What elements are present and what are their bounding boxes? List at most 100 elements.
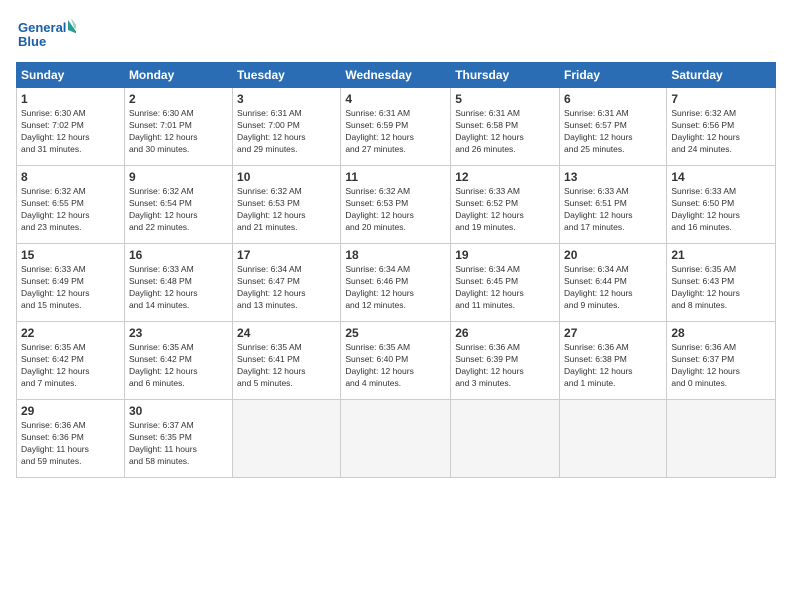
day-number: 27	[564, 326, 662, 340]
day-info: Sunrise: 6:33 AM Sunset: 6:49 PM Dayligh…	[21, 264, 120, 312]
day-number: 9	[129, 170, 228, 184]
day-number: 25	[345, 326, 446, 340]
day-info: Sunrise: 6:32 AM Sunset: 6:56 PM Dayligh…	[671, 108, 771, 156]
day-info: Sunrise: 6:36 AM Sunset: 6:38 PM Dayligh…	[564, 342, 662, 390]
day-number: 21	[671, 248, 771, 262]
calendar-cell: 19 Sunrise: 6:34 AM Sunset: 6:45 PM Dayli…	[451, 244, 560, 322]
calendar-cell: 29 Sunrise: 6:36 AM Sunset: 6:36 PM Dayli…	[17, 400, 125, 478]
logo: General Blue	[16, 16, 76, 52]
calendar-cell: 25 Sunrise: 6:35 AM Sunset: 6:40 PM Dayli…	[341, 322, 451, 400]
day-info: Sunrise: 6:32 AM Sunset: 6:53 PM Dayligh…	[237, 186, 336, 234]
day-info: Sunrise: 6:34 AM Sunset: 6:46 PM Dayligh…	[345, 264, 446, 312]
calendar-cell: 17 Sunrise: 6:34 AM Sunset: 6:47 PM Dayli…	[233, 244, 341, 322]
header-saturday: Saturday	[667, 63, 776, 88]
day-info: Sunrise: 6:36 AM Sunset: 6:37 PM Dayligh…	[671, 342, 771, 390]
day-info: Sunrise: 6:31 AM Sunset: 6:58 PM Dayligh…	[455, 108, 555, 156]
day-info: Sunrise: 6:33 AM Sunset: 6:52 PM Dayligh…	[455, 186, 555, 234]
calendar-cell: 7 Sunrise: 6:32 AM Sunset: 6:56 PM Daylig…	[667, 88, 776, 166]
calendar-table: Sunday Monday Tuesday Wednesday Thursday…	[16, 62, 776, 478]
day-info: Sunrise: 6:31 AM Sunset: 6:59 PM Dayligh…	[345, 108, 446, 156]
calendar-cell: 22 Sunrise: 6:35 AM Sunset: 6:42 PM Dayli…	[17, 322, 125, 400]
day-info: Sunrise: 6:33 AM Sunset: 6:50 PM Dayligh…	[671, 186, 771, 234]
calendar-cell	[233, 400, 341, 478]
calendar-cell: 20Sunrise: 6:34 AM Sunset: 6:44 PM Dayli…	[560, 244, 667, 322]
calendar-cell: 18 Sunrise: 6:34 AM Sunset: 6:46 PM Dayli…	[341, 244, 451, 322]
header-wednesday: Wednesday	[341, 63, 451, 88]
calendar-cell	[451, 400, 560, 478]
day-number: 30	[129, 404, 228, 418]
day-info: Sunrise: 6:35 AM Sunset: 6:43 PM Dayligh…	[671, 264, 771, 312]
day-number: 18	[345, 248, 446, 262]
calendar-cell: 8 Sunrise: 6:32 AM Sunset: 6:55 PM Daylig…	[17, 166, 125, 244]
day-info: Sunrise: 6:34 AM Sunset: 6:47 PM Dayligh…	[237, 264, 336, 312]
day-number: 12	[455, 170, 555, 184]
day-info: Sunrise: 6:31 AM Sunset: 7:00 PM Dayligh…	[237, 108, 336, 156]
day-info: Sunrise: 6:32 AM Sunset: 6:55 PM Dayligh…	[21, 186, 120, 234]
calendar-cell: 6Sunrise: 6:31 AM Sunset: 6:57 PM Daylig…	[560, 88, 667, 166]
day-number: 14	[671, 170, 771, 184]
weekday-header-row: Sunday Monday Tuesday Wednesday Thursday…	[17, 63, 776, 88]
calendar-cell: 30 Sunrise: 6:37 AM Sunset: 6:35 PM Dayli…	[124, 400, 232, 478]
header-tuesday: Tuesday	[233, 63, 341, 88]
page-header: General Blue	[16, 16, 776, 52]
calendar-cell: 26Sunrise: 6:36 AM Sunset: 6:39 PM Dayli…	[451, 322, 560, 400]
calendar-cell: 16 Sunrise: 6:33 AM Sunset: 6:48 PM Dayli…	[124, 244, 232, 322]
day-number: 20	[564, 248, 662, 262]
logo-svg: General Blue	[16, 16, 76, 52]
day-info: Sunrise: 6:35 AM Sunset: 6:40 PM Dayligh…	[345, 342, 446, 390]
day-number: 13	[564, 170, 662, 184]
day-info: Sunrise: 6:33 AM Sunset: 6:48 PM Dayligh…	[129, 264, 228, 312]
day-number: 29	[21, 404, 120, 418]
day-number: 19	[455, 248, 555, 262]
day-info: Sunrise: 6:33 AM Sunset: 6:51 PM Dayligh…	[564, 186, 662, 234]
day-info: Sunrise: 6:37 AM Sunset: 6:35 PM Dayligh…	[129, 420, 228, 468]
calendar-cell	[560, 400, 667, 478]
calendar-cell: 10 Sunrise: 6:32 AM Sunset: 6:53 PM Dayli…	[233, 166, 341, 244]
calendar-cell: 3 Sunrise: 6:31 AM Sunset: 7:00 PM Daylig…	[233, 88, 341, 166]
day-number: 17	[237, 248, 336, 262]
day-info: Sunrise: 6:32 AM Sunset: 6:53 PM Dayligh…	[345, 186, 446, 234]
day-number: 15	[21, 248, 120, 262]
day-info: Sunrise: 6:34 AM Sunset: 6:45 PM Dayligh…	[455, 264, 555, 312]
calendar-cell: 24 Sunrise: 6:35 AM Sunset: 6:41 PM Dayli…	[233, 322, 341, 400]
day-number: 16	[129, 248, 228, 262]
calendar-cell: 23Sunrise: 6:35 AM Sunset: 6:42 PM Dayli…	[124, 322, 232, 400]
calendar-cell	[667, 400, 776, 478]
day-number: 7	[671, 92, 771, 106]
day-number: 28	[671, 326, 771, 340]
day-number: 2	[129, 92, 228, 106]
header-friday: Friday	[560, 63, 667, 88]
svg-text:Blue: Blue	[18, 34, 46, 49]
calendar-cell	[341, 400, 451, 478]
calendar-cell: 1 Sunrise: 6:30 AM Sunset: 7:02 PM Daylig…	[17, 88, 125, 166]
svg-text:General: General	[18, 20, 66, 35]
day-info: Sunrise: 6:36 AM Sunset: 6:36 PM Dayligh…	[21, 420, 120, 468]
day-number: 1	[21, 92, 120, 106]
day-info: Sunrise: 6:35 AM Sunset: 6:42 PM Dayligh…	[21, 342, 120, 390]
header-thursday: Thursday	[451, 63, 560, 88]
day-info: Sunrise: 6:35 AM Sunset: 6:41 PM Dayligh…	[237, 342, 336, 390]
day-info: Sunrise: 6:32 AM Sunset: 6:54 PM Dayligh…	[129, 186, 228, 234]
day-number: 8	[21, 170, 120, 184]
calendar-cell: 2Sunrise: 6:30 AM Sunset: 7:01 PM Daylig…	[124, 88, 232, 166]
calendar-cell: 21 Sunrise: 6:35 AM Sunset: 6:43 PM Dayli…	[667, 244, 776, 322]
day-info: Sunrise: 6:31 AM Sunset: 6:57 PM Dayligh…	[564, 108, 662, 156]
day-number: 3	[237, 92, 336, 106]
calendar-cell: 15 Sunrise: 6:33 AM Sunset: 6:49 PM Dayli…	[17, 244, 125, 322]
calendar-cell: 11 Sunrise: 6:32 AM Sunset: 6:53 PM Dayli…	[341, 166, 451, 244]
header-monday: Monday	[124, 63, 232, 88]
day-number: 24	[237, 326, 336, 340]
day-number: 10	[237, 170, 336, 184]
calendar-cell: 12 Sunrise: 6:33 AM Sunset: 6:52 PM Dayli…	[451, 166, 560, 244]
calendar-cell: 28 Sunrise: 6:36 AM Sunset: 6:37 PM Dayli…	[667, 322, 776, 400]
day-info: Sunrise: 6:30 AM Sunset: 7:02 PM Dayligh…	[21, 108, 120, 156]
day-number: 11	[345, 170, 446, 184]
calendar-cell: 27 Sunrise: 6:36 AM Sunset: 6:38 PM Dayli…	[560, 322, 667, 400]
calendar-cell: 13 Sunrise: 6:33 AM Sunset: 6:51 PM Dayli…	[560, 166, 667, 244]
day-number: 4	[345, 92, 446, 106]
calendar-cell: 9 Sunrise: 6:32 AM Sunset: 6:54 PM Daylig…	[124, 166, 232, 244]
calendar-cell: 4 Sunrise: 6:31 AM Sunset: 6:59 PM Daylig…	[341, 88, 451, 166]
day-number: 26	[455, 326, 555, 340]
day-number: 22	[21, 326, 120, 340]
day-info: Sunrise: 6:35 AM Sunset: 6:42 PM Dayligh…	[129, 342, 228, 390]
